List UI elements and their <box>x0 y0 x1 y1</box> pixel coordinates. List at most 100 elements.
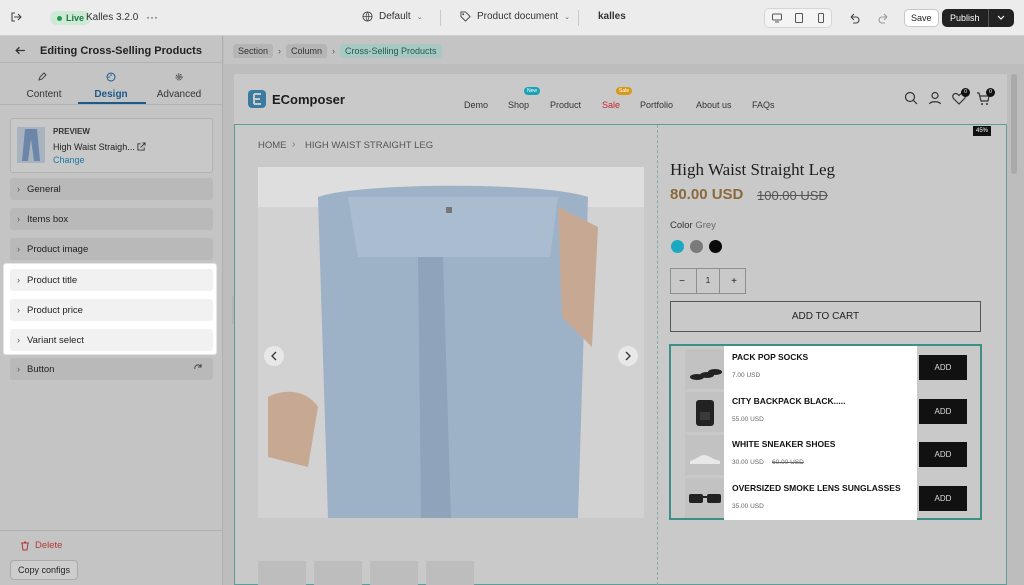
nav-new-badge: New <box>524 87 541 95</box>
color-swatch-teal[interactable] <box>671 240 684 253</box>
chevron-right-icon: › <box>17 305 20 315</box>
tab-advanced[interactable]: Advanced <box>144 89 214 100</box>
nav-faqs[interactable]: FAQs <box>752 100 775 110</box>
chevron-right-icon: › <box>278 46 281 56</box>
chevron-right-icon: › <box>17 335 20 345</box>
color-swatch-grey[interactable] <box>690 240 703 253</box>
preview-product-name: High Waist Straigh... <box>53 142 135 152</box>
theme-name: Kalles 3.2.0 <box>86 12 139 23</box>
globe-icon <box>362 11 373 22</box>
cross-sell-item-compare-price: 60.00 USD <box>772 459 804 466</box>
divider <box>0 62 222 63</box>
tab-content[interactable]: Content <box>9 89 79 100</box>
section-label: Product image <box>27 243 89 255</box>
product-thumbnail[interactable] <box>426 561 474 585</box>
cross-sell-item-name[interactable]: WHITE SNEAKER SHOES <box>732 439 835 449</box>
section-product-title[interactable]: › Product title <box>10 269 213 291</box>
chevron-right-icon: › <box>17 214 20 224</box>
preview-card: PREVIEW High Waist Straigh... Change <box>10 118 213 173</box>
panel-title: Editing Cross-Selling Products <box>40 45 202 57</box>
quantity-input[interactable]: 1 <box>696 269 720 293</box>
chevron-right-icon: › <box>17 244 20 254</box>
divider <box>440 10 441 26</box>
section-variant-select[interactable]: › Variant select <box>10 329 213 351</box>
product-image-socks <box>685 349 725 389</box>
desktop-icon[interactable] <box>771 12 783 24</box>
next-image-button[interactable] <box>618 346 638 366</box>
top-toolbar: Live Kalles 3.2.0 ··· Default ⌄ Product … <box>0 0 1024 36</box>
nav-portfolio[interactable]: Portfolio <box>640 100 673 110</box>
pencil-icon <box>37 72 47 82</box>
nav-demo[interactable]: Demo <box>464 100 488 110</box>
cross-sell-item-name[interactable]: PACK POP SOCKS <box>732 352 808 362</box>
product-price: 80.00 USD <box>670 186 744 203</box>
redo-icon[interactable] <box>878 12 890 24</box>
section-label: Product price <box>27 304 83 316</box>
quantity-increase-button[interactable]: + <box>723 276 745 287</box>
product-thumbnail[interactable] <box>370 561 418 585</box>
more-options-button[interactable]: ··· <box>146 10 158 24</box>
highlighted-product-info: PACK POP SOCKS 7.00 USD CITY BACKPACK BL… <box>724 346 917 520</box>
cross-sell-item-name[interactable]: OVERSIZED SMOKE LENS SUNGLASSES <box>732 483 901 493</box>
section-items-box[interactable]: › Items box <box>10 208 213 230</box>
mobile-icon[interactable] <box>815 12 827 24</box>
breadcrumb-column[interactable]: Column <box>286 44 328 58</box>
chevron-right-icon: › <box>292 139 296 150</box>
language-select[interactable]: Default ⌄ <box>362 11 423 22</box>
store-logo-text[interactable]: EComposer <box>272 92 345 107</box>
chevron-right-icon: › <box>332 46 335 56</box>
reset-icon[interactable] <box>193 363 203 373</box>
section-label: General <box>27 183 61 195</box>
live-label: Live <box>66 13 85 23</box>
nav-shop[interactable]: Shop <box>508 100 529 110</box>
section-general[interactable]: › General <box>10 178 213 200</box>
chevron-down-icon <box>997 15 1005 20</box>
page-breadcrumb-home[interactable]: HOME <box>258 140 287 151</box>
section-label: Button <box>27 363 55 375</box>
product-thumbnail[interactable] <box>314 561 362 585</box>
search-icon[interactable] <box>904 91 918 105</box>
cross-sell-item-price: 7.00 USD <box>732 372 761 379</box>
product-thumbnail[interactable] <box>258 561 306 585</box>
chevron-right-icon: › <box>17 364 20 374</box>
cross-sell-item-price: 30.00 USD <box>732 459 764 466</box>
prev-image-button[interactable] <box>264 346 284 366</box>
divider <box>0 104 222 105</box>
nav-about-us[interactable]: About us <box>696 100 732 110</box>
add-to-cart-button[interactable]: ADD TO CART <box>670 301 981 332</box>
save-button[interactable]: Save <box>904 9 939 27</box>
section-button[interactable]: › Button <box>10 358 213 380</box>
add-sneakers-button[interactable]: ADD <box>919 442 967 467</box>
undo-icon[interactable] <box>848 12 860 24</box>
add-sunglasses-button[interactable]: ADD <box>919 486 967 511</box>
account-icon[interactable] <box>928 91 942 105</box>
product-image-sneakers <box>685 435 725 475</box>
divider <box>0 530 222 531</box>
breadcrumb-cross-selling[interactable]: Cross-Selling Products <box>340 44 442 58</box>
breadcrumb-section[interactable]: Section <box>233 44 274 58</box>
section-product-price[interactable]: › Product price <box>10 299 213 321</box>
publish-options-button[interactable] <box>987 9 1014 27</box>
exit-icon[interactable] <box>10 11 22 23</box>
nav-product[interactable]: Product <box>550 100 581 110</box>
tab-design[interactable]: Design <box>76 89 146 100</box>
change-link[interactable]: Change <box>53 155 85 165</box>
nav-sale[interactable]: Sale <box>602 100 620 110</box>
delete-button[interactable]: Delete <box>20 540 62 551</box>
external-link-icon[interactable] <box>137 142 146 151</box>
canvas-scrollbar[interactable] <box>1011 74 1017 174</box>
back-arrow-icon[interactable] <box>14 44 27 57</box>
tablet-icon[interactable] <box>793 12 805 24</box>
color-swatch-black[interactable] <box>709 240 722 253</box>
section-label: Items box <box>27 213 69 225</box>
document-select[interactable]: Product document ⌄ <box>460 11 570 22</box>
quantity-decrease-button[interactable]: − <box>671 276 693 287</box>
publish-button[interactable]: Publish <box>942 13 988 23</box>
cross-sell-item-name[interactable]: CITY BACKPACK BLACK..... <box>732 396 846 406</box>
add-backpack-button[interactable]: ADD <box>919 399 967 424</box>
tag-icon <box>460 11 471 22</box>
palette-icon <box>106 72 116 82</box>
add-socks-button[interactable]: ADD <box>919 355 967 380</box>
section-product-image[interactable]: › Product image <box>10 238 213 260</box>
copy-configs-button[interactable]: Copy configs <box>10 560 79 580</box>
